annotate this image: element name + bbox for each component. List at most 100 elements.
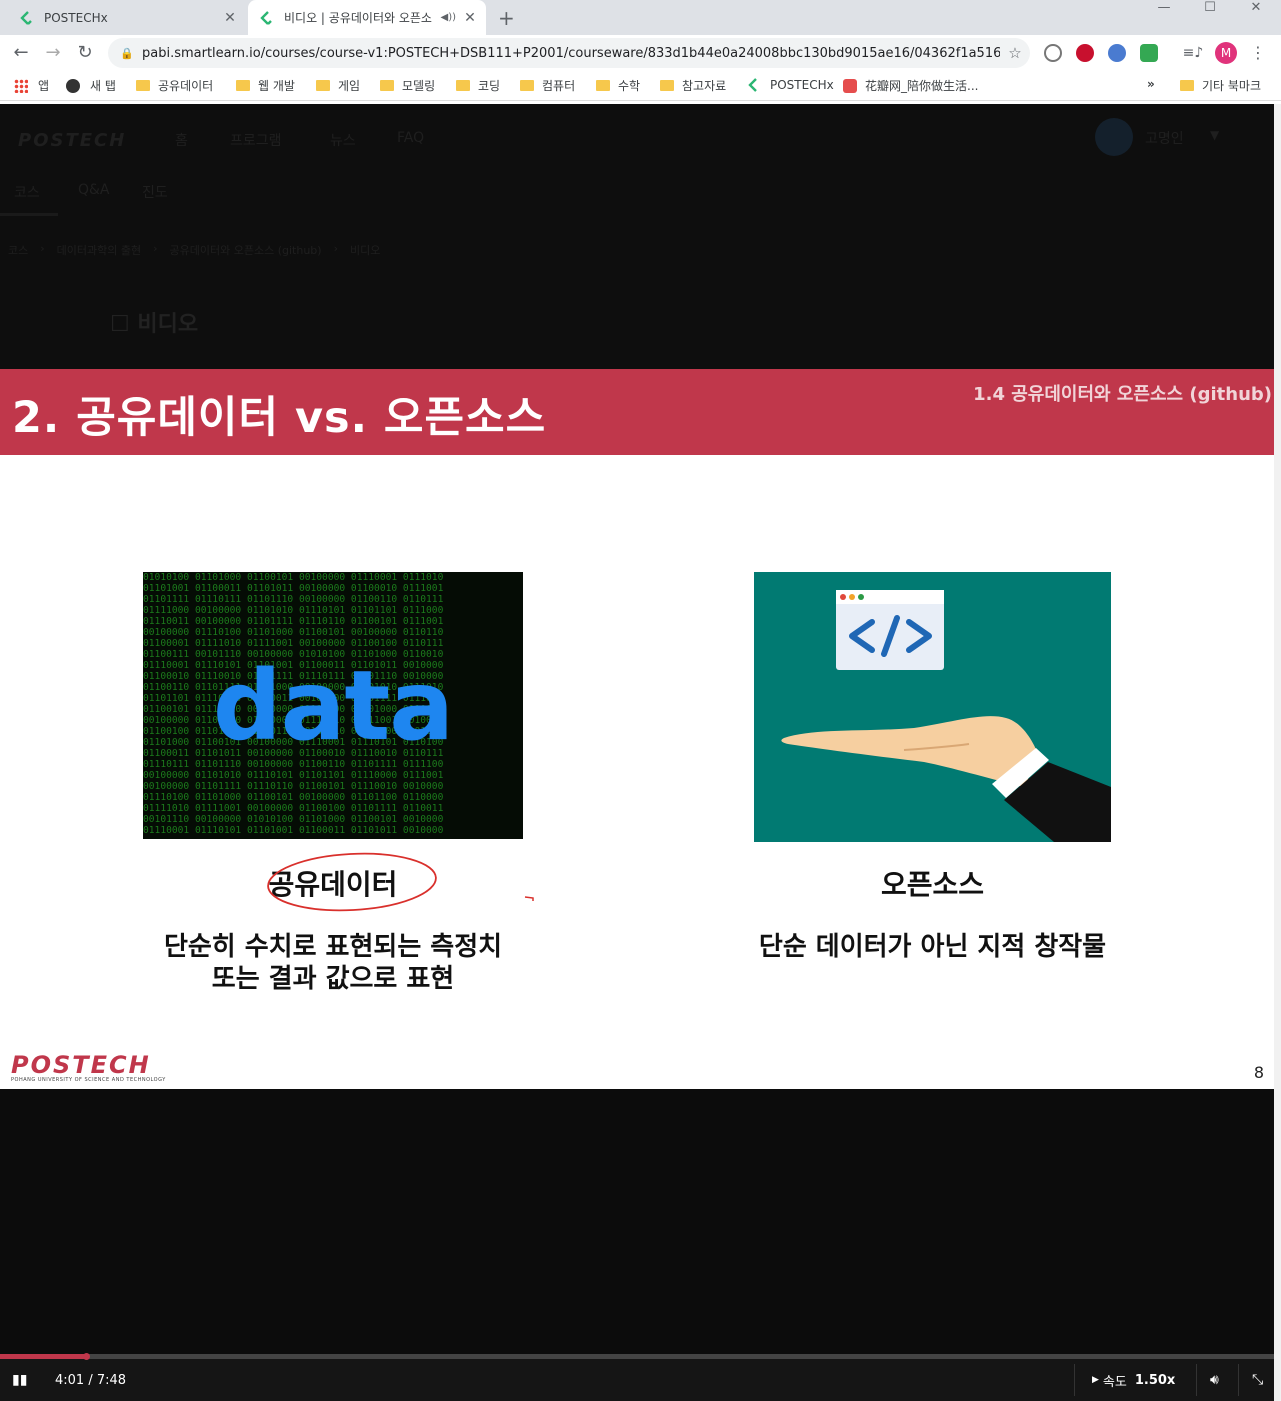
folder-icon (236, 80, 250, 91)
bookmark-label: 花瓣网_陪你做生活... (865, 79, 979, 93)
huaban-icon (843, 78, 857, 93)
description-line: 또는 결과 값으로 표현 (211, 964, 455, 994)
url-text[interactable]: pabi.smartlearn.io/courses/course-v1:POS… (142, 46, 1000, 61)
pause-icon[interactable]: ▮▮ (12, 1359, 27, 1401)
user-avatar-icon[interactable] (1095, 118, 1133, 156)
profile-avatar[interactable]: M (1215, 42, 1237, 64)
browser-toolbar: ← → ↻ 🔒 pabi.smartlearn.io/courses/cours… (0, 35, 1281, 71)
speed-value: 1.50x (1134, 1372, 1176, 1388)
slide-page-number: 8 (1253, 1063, 1264, 1082)
speed-label: 속도 (1102, 1374, 1127, 1390)
page-scrollbar[interactable] (1274, 104, 1281, 1401)
reload-icon[interactable]: ↻ (73, 41, 97, 65)
audio-playing-icon[interactable]: ◀)) (441, 12, 457, 23)
bookmark-label: 게임 (338, 79, 361, 93)
address-bar[interactable]: 🔒 pabi.smartlearn.io/courses/course-v1:P… (108, 38, 1030, 68)
tab-qna[interactable]: Q&A (78, 182, 110, 198)
browser-chrome: POSTECHx ✕ 비디오 | 공유데이터와 오픈소 ◀)) ✕ + — ☐ … (0, 0, 1281, 104)
maximize-icon[interactable]: ☐ (1187, 0, 1233, 20)
postech-logo: POSTECH POHANG UNIVERSITY OF SCIENCE AND… (11, 1051, 166, 1083)
bookmark-folder[interactable]: 참고자료 (660, 77, 726, 94)
forward-icon[interactable]: → (41, 41, 65, 65)
bookmark-apps[interactable]: 앱 (14, 77, 49, 94)
bookmark-label: POSTECHx (770, 78, 834, 92)
bookmark-huaban[interactable]: 花瓣网_陪你做生活... (843, 77, 978, 94)
page-content: POSTECH 홈 프로그램 뉴스 FAQ 고명인 ▼ 코스 Q&A 진도 코스… (0, 104, 1274, 1401)
breadcrumb-item[interactable]: 데이터과학의 출현 (57, 242, 141, 258)
description-line: 단순히 수치로 표현되는 측정치 (163, 932, 503, 962)
breadcrumb: 코스 › 데이터과학의 출현 › 공유데이터와 오픈소스 (github) › 비디오 (8, 242, 381, 258)
bookmarks-overflow-button[interactable]: » (1147, 77, 1155, 91)
tab-progress[interactable]: 진도 (142, 182, 168, 202)
bookmark-folder[interactable]: 컴퓨터 (520, 77, 575, 94)
site-logo[interactable]: POSTECH (18, 130, 126, 151)
open-source-caption: 오픈소스 (880, 868, 985, 901)
nav-faq[interactable]: FAQ (397, 130, 424, 146)
video-controls: ▮▮ 4:01 / 7:48 ▶ 속도 1.50x 🔊︎ ⤡ (0, 1353, 1274, 1401)
bookmark-folder[interactable]: 공유데이터 (136, 77, 213, 94)
bookmark-star-icon[interactable]: ☆ (1000, 44, 1030, 62)
bookmark-folder[interactable]: 코딩 (456, 77, 500, 94)
tab-strip: POSTECHx ✕ 비디오 | 공유데이터와 오픈소 ◀)) ✕ + — ☐ … (0, 0, 1281, 35)
data-binary-image: 01010100 01101000 01100101 00100000 0111… (143, 572, 523, 839)
logo-name: POSTECH (11, 1051, 151, 1079)
folder-icon (136, 80, 150, 91)
bookmark-label: 웹 개발 (258, 79, 295, 93)
open-source-description: 단순 데이터가 아닌 지적 창작물 (758, 932, 1107, 962)
extension-shield-icon[interactable] (1140, 44, 1158, 62)
tab-course[interactable]: 코스 (14, 182, 40, 202)
bookmark-label: 앱 (38, 79, 50, 93)
minimize-icon[interactable]: — (1141, 0, 1187, 20)
time-display: 4:01 / 7:48 (55, 1372, 127, 1388)
nav-home[interactable]: 홈 (175, 130, 188, 150)
tab-title: POSTECHx (44, 10, 108, 25)
folder-icon (316, 80, 330, 91)
bookmark-label: 모델링 (402, 79, 436, 93)
close-tab-icon[interactable]: ✕ (460, 10, 480, 26)
other-bookmarks[interactable]: 기타 북마크 (1180, 77, 1261, 94)
speed-button[interactable]: ▶ 속도 1.50x (1092, 1359, 1175, 1401)
bookmark-icon[interactable]: ☐ (110, 312, 130, 337)
nav-program[interactable]: 프로그램 (230, 130, 282, 150)
close-window-icon[interactable]: ✕ (1233, 0, 1279, 20)
back-icon[interactable]: ← (9, 41, 33, 65)
video-frame-slide[interactable]: 2. 공유데이터 vs. 오픈소스 1.4 공유데이터와 오픈소스 (githu… (0, 369, 1274, 1089)
new-tab-button[interactable]: + (498, 6, 515, 30)
seek-bar[interactable] (0, 1353, 1274, 1360)
globe-icon (66, 78, 80, 93)
chevron-down-icon[interactable]: ▼ (1210, 128, 1219, 142)
shared-data-description: 단순히 수치로 표현되는 측정치 또는 결과 값으로 표현 (103, 931, 563, 995)
user-name[interactable]: 고명인 (1145, 128, 1184, 148)
bookmark-label: 기타 북마크 (1202, 79, 1262, 93)
nav-news[interactable]: 뉴스 (330, 130, 356, 150)
apps-grid-icon (14, 78, 28, 93)
bookmark-folder[interactable]: 수학 (596, 77, 640, 94)
tab-title: 비디오 | 공유데이터와 오픈소 (284, 11, 432, 25)
extension-red-icon[interactable] (1076, 44, 1094, 62)
bookmark-label: 참고자료 (682, 79, 727, 93)
folder-icon (1180, 80, 1194, 91)
close-tab-icon[interactable]: ✕ (220, 10, 240, 26)
logo-tagline: POHANG UNIVERSITY OF SCIENCE AND TECHNOL… (11, 1077, 166, 1083)
folder-icon (596, 80, 610, 91)
exit-fullscreen-icon[interactable]: ⤡ (1252, 1359, 1263, 1401)
folder-icon (660, 80, 674, 91)
bookmark-newtab[interactable]: 새 탭 (66, 77, 116, 94)
tab-video[interactable]: 비디오 | 공유데이터와 오픈소 ◀)) ✕ (248, 0, 486, 35)
volume-icon[interactable]: 🔊︎ (1210, 1359, 1219, 1401)
tab-postechx[interactable]: POSTECHx ✕ (8, 0, 246, 35)
media-control-icon[interactable]: ≡♪ (1181, 41, 1205, 65)
bookmark-folder[interactable]: 게임 (316, 77, 360, 94)
folder-icon (520, 80, 534, 91)
unit-title: ☐ 비디오 (110, 306, 198, 338)
breadcrumb-item[interactable]: 공유데이터와 오픈소스 (github) (170, 242, 322, 258)
extension-cloud-icon[interactable] (1044, 44, 1062, 62)
breadcrumb-item[interactable]: 코스 (8, 242, 28, 258)
bookmark-label: 새 탭 (90, 79, 116, 93)
extension-blue-icon[interactable] (1108, 44, 1126, 62)
bookmark-folder[interactable]: 웹 개발 (236, 77, 295, 94)
bookmark-postechx[interactable]: POSTECHx (746, 77, 834, 93)
bookmark-folder[interactable]: 모델링 (380, 77, 435, 94)
menu-kebab-icon[interactable]: ⋮ (1246, 41, 1270, 65)
open-source-hand-image (754, 572, 1111, 842)
